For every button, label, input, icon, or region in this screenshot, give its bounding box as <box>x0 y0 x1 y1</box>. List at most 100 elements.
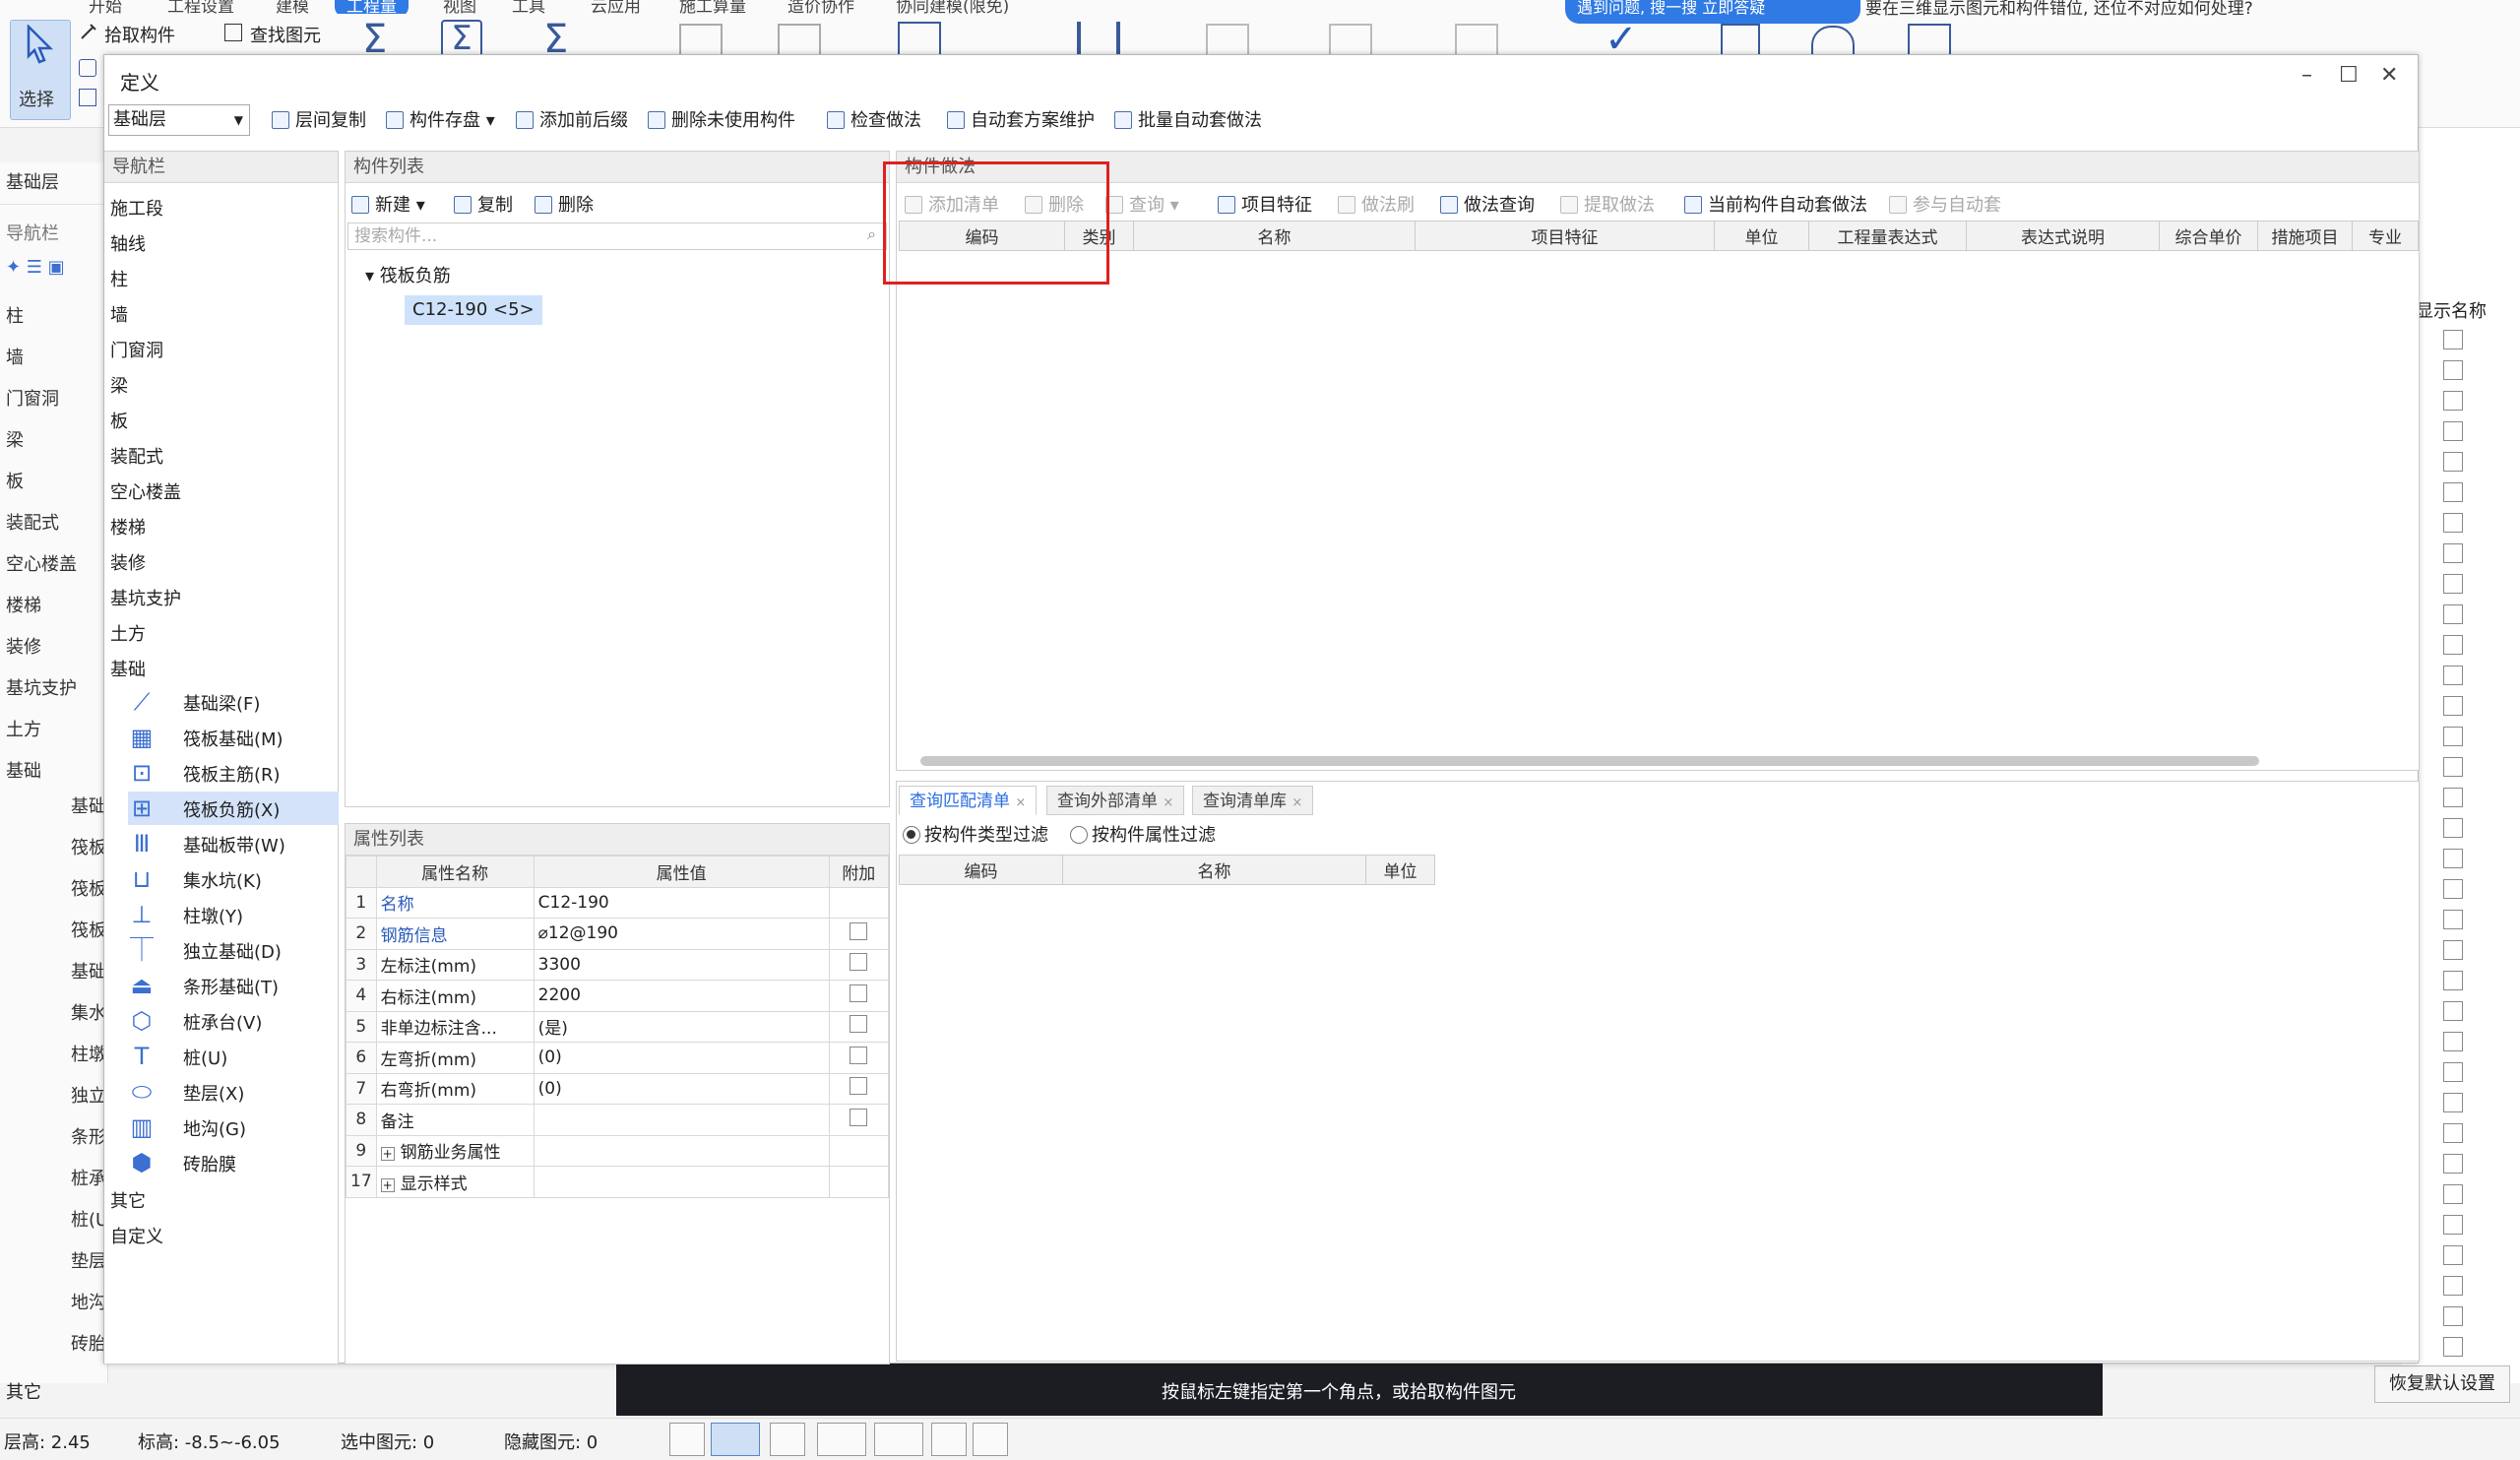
delete-unused-button[interactable]: 删除未使用构件 <box>648 106 795 132</box>
method-brush-button[interactable]: 做法刷 <box>1338 191 1415 217</box>
show-name-checkbox[interactable] <box>2443 513 2463 533</box>
component-search-input[interactable]: 搜索构件... <box>347 222 887 250</box>
show-name-checkbox[interactable] <box>2443 1001 2463 1021</box>
property-row[interactable]: 4 右标注(mm) 2200 <box>346 980 890 1012</box>
app-nav-sub-item[interactable]: 垫层 <box>71 1247 106 1273</box>
nav-sub-foundation-strip[interactable]: Ⅲ 基础板带(W) <box>128 827 339 860</box>
app-nav-item[interactable]: 楼梯 <box>6 592 41 617</box>
copy-component-button[interactable]: 复制 <box>454 191 513 217</box>
expand-icon[interactable]: + <box>380 1177 395 1192</box>
property-row[interactable]: 5 非单边标注含... (是) <box>346 1010 890 1043</box>
tab-close-icon[interactable]: × <box>1163 795 1173 810</box>
tab-start[interactable]: 开始 <box>89 0 122 14</box>
app-nav-item[interactable]: 装配式 <box>6 509 59 535</box>
close-icon[interactable]: ✕ <box>2380 63 2398 88</box>
show-name-checkbox[interactable] <box>2443 1276 2463 1296</box>
tab-cloud[interactable]: 云应用 <box>591 0 641 14</box>
find-element-button[interactable]: 查找图元 <box>250 22 321 47</box>
nav-sub-raft-foundation[interactable]: ▦ 筏板基础(M) <box>128 721 339 754</box>
app-nav-item[interactable]: 基坑支护 <box>6 674 77 700</box>
nav-sub-foundation-beam[interactable]: ⟋ 基础梁(F) <box>128 685 339 719</box>
new-component-button[interactable]: 新建 ▾ <box>351 191 425 217</box>
extra-checkbox[interactable] <box>850 921 868 940</box>
collapse-icon[interactable]: ▾ <box>365 266 380 286</box>
app-nav-sub-item[interactable]: 独立 <box>71 1082 106 1108</box>
nav-sub-brick-mold[interactable]: ⬢ 砖胎膜 <box>128 1146 339 1179</box>
ribbon-small-icon-2[interactable] <box>79 89 96 106</box>
angle-button[interactable] <box>817 1423 866 1456</box>
show-name-checkbox[interactable] <box>2443 543 2463 563</box>
extract-method-button[interactable]: 提取做法 <box>1560 191 1655 217</box>
tab-tools[interactable]: 工具 <box>512 0 545 14</box>
extra-checkbox[interactable] <box>850 984 868 1002</box>
nav-item[interactable]: 施工段 <box>110 195 163 221</box>
show-name-checkbox[interactable] <box>2443 421 2463 441</box>
select-tool-button[interactable]: 选择 <box>10 20 71 120</box>
nav-item[interactable]: 空心楼盖 <box>110 478 181 504</box>
extra-checkbox[interactable] <box>850 1015 868 1034</box>
nav-item[interactable]: 土方 <box>110 620 146 646</box>
nav-sub-pile-cap[interactable]: ⬡ 桩承台(V) <box>128 1004 339 1038</box>
extra-checkbox[interactable] <box>850 953 868 972</box>
property-row[interactable]: 2 钢筋信息 ⌀12@190 <box>346 918 890 950</box>
app-nav-sub-item[interactable]: 筏板 <box>71 875 106 901</box>
tab-query-matching-list[interactable]: 查询匹配清单 × <box>899 786 1038 815</box>
method-query-button[interactable]: 做法查询 <box>1440 191 1535 217</box>
nav-sub-pile[interactable]: T 桩(U) <box>128 1040 339 1073</box>
show-name-checkbox[interactable] <box>2443 1032 2463 1051</box>
show-name-checkbox[interactable] <box>2443 757 2463 777</box>
help-notice[interactable]: 遇到问题, 搜一搜 立即答疑 <box>1565 0 1860 24</box>
maximize-icon[interactable]: ☐ <box>2339 63 2359 88</box>
sum-icon[interactable]: Σ <box>362 20 387 59</box>
app-nav-item[interactable]: 空心楼盖 <box>6 550 77 576</box>
nav-item[interactable]: 装配式 <box>110 443 163 469</box>
property-row[interactable]: 7 右弯折(mm) (0) <box>346 1072 890 1105</box>
tab-project-settings[interactable]: 工程设置 <box>167 0 234 14</box>
app-nav-item[interactable]: 柱 <box>6 302 24 328</box>
add-prefix-suffix-button[interactable]: 添加前后缀 <box>516 106 628 132</box>
app-nav-item[interactable]: 装修 <box>6 633 41 659</box>
show-name-checkbox[interactable] <box>2443 1154 2463 1174</box>
app-nav-sub-item[interactable]: 桩承 <box>71 1165 106 1190</box>
show-name-checkbox[interactable] <box>2443 727 2463 746</box>
nav-item[interactable]: 梁 <box>110 372 128 398</box>
nav-item[interactable]: 装修 <box>110 549 146 575</box>
snap-button[interactable] <box>711 1423 760 1456</box>
property-row[interactable]: 1 名称 C12-190 <box>346 886 890 919</box>
show-name-checkbox[interactable] <box>2443 574 2463 594</box>
filter-by-attr-radio[interactable]: 按构件属性过滤 <box>1070 821 1216 847</box>
nav-item[interactable]: 门窗洞 <box>110 337 163 362</box>
tab-query-list-library[interactable]: 查询清单库 × <box>1192 786 1314 815</box>
nav-sub-cushion[interactable]: ⬭ 垫层(X) <box>128 1075 339 1109</box>
check-method-button[interactable]: 检查做法 <box>827 106 921 132</box>
nav-item[interactable]: 轴线 <box>110 230 146 256</box>
show-name-checkbox[interactable] <box>2443 910 2463 929</box>
nav-item[interactable]: 柱 <box>110 266 128 291</box>
show-name-checkbox[interactable] <box>2443 971 2463 990</box>
app-nav-item[interactable]: 板 <box>6 468 24 493</box>
nav-sub-trench[interactable]: ▥ 地沟(G) <box>128 1111 339 1144</box>
floor-select[interactable]: 基础层 ▼ <box>108 104 250 136</box>
app-nav-item[interactable]: 梁 <box>6 426 24 452</box>
hint-question[interactable]: 要在三维显示图元和构件错位, 还位不对应如何处理? <box>1865 0 2253 19</box>
expand-icon[interactable]: + <box>380 1147 395 1162</box>
offset-button[interactable] <box>874 1423 923 1456</box>
search-icon[interactable]: ⌕ <box>867 224 876 244</box>
dynamic-input-button[interactable] <box>931 1423 967 1456</box>
save-component-button[interactable]: 构件存盘 ▾ <box>386 106 495 132</box>
app-nav-sub-item[interactable]: 集水 <box>71 999 106 1025</box>
show-name-checkbox[interactable] <box>2443 482 2463 502</box>
show-name-checkbox[interactable] <box>2443 1215 2463 1235</box>
property-row[interactable]: 8 备注 <box>346 1104 890 1136</box>
app-nav-sub-item[interactable]: 筏板 <box>71 917 106 942</box>
check-icon[interactable]: ✓ <box>1605 20 1638 59</box>
property-row[interactable]: 9 + 钢筋业务属性 <box>346 1134 890 1167</box>
show-name-checkbox[interactable] <box>2443 635 2463 655</box>
nav-item[interactable]: 基坑支护 <box>110 585 181 610</box>
nav-item[interactable]: 墙 <box>110 301 128 327</box>
app-nav-item[interactable]: 基础 <box>6 757 41 783</box>
app-nav-item[interactable]: 门窗洞 <box>6 385 59 411</box>
app-nav-sub-item[interactable]: 柱墩 <box>71 1041 106 1066</box>
show-name-checkbox[interactable] <box>2443 696 2463 716</box>
show-name-checkbox[interactable] <box>2443 1245 2463 1265</box>
